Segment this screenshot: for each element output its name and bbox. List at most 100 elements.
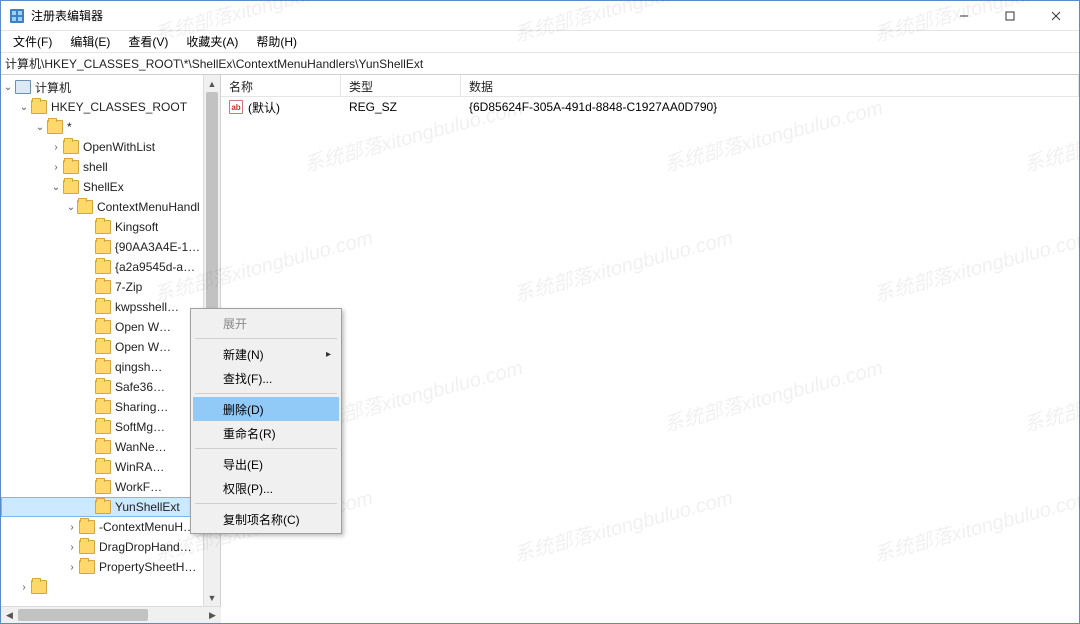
menu-view[interactable]: 查看(V) <box>120 31 176 52</box>
ctx-copykey[interactable]: 复制项名称(C) <box>193 507 339 531</box>
address-text: 计算机\HKEY_CLASSES_ROOT\*\ShellEx\ContextM… <box>5 55 423 72</box>
ctx-separator <box>195 503 337 504</box>
tree-shell[interactable]: ›shell <box>1 157 203 177</box>
tree-star[interactable]: ⌄* <box>1 117 203 137</box>
ctx-rename[interactable]: 重命名(R) <box>193 421 339 445</box>
registry-editor-window: 注册表编辑器 文件(F) 编辑(E) 查看(V) 收藏夹(A) 帮助(H) 计算… <box>0 0 1080 624</box>
address-bar[interactable]: 计算机\HKEY_CLASSES_ROOT\*\ShellEx\ContextM… <box>1 53 1079 75</box>
tree-toggle-icon[interactable]: › <box>65 562 79 573</box>
ctx-expand[interactable]: 展开 <box>193 311 339 335</box>
value-data: {6D85624F-305A-491d-8848-C1927AA0D790} <box>461 100 1079 114</box>
hscroll-track[interactable] <box>18 607 204 623</box>
tree-toggle-icon[interactable]: › <box>65 542 79 553</box>
tree-toggle-icon[interactable]: ⌄ <box>33 122 47 133</box>
tree-key-openw[interactable]: Open W… <box>1 317 203 337</box>
tree-label: * <box>67 120 72 134</box>
tree-toggle-icon[interactable]: ⌄ <box>49 182 63 193</box>
tree-item[interactable]: › <box>1 577 203 597</box>
computer-icon <box>15 80 31 94</box>
folder-icon <box>79 520 95 534</box>
window-buttons <box>941 1 1079 30</box>
tree-openwithlist[interactable]: › OpenWithList <box>1 137 203 157</box>
value-name-cell: ab (默认) <box>221 99 341 116</box>
tree-key-yunshellext[interactable]: YunShellExt <box>1 497 203 517</box>
menu-favorites[interactable]: 收藏夹(A) <box>178 31 246 52</box>
tree-label: WinRA… <box>115 460 164 474</box>
tree-key-90aa3a4e1[interactable]: {90AA3A4E-1… <box>1 237 203 257</box>
tree-key-dragdrophand[interactable]: ›DragDropHand… <box>1 537 203 557</box>
tree-key-winra[interactable]: WinRA… <box>1 457 203 477</box>
tree-contextmenuhandlers[interactable]: ⌄ContextMenuHandlers <box>1 197 203 217</box>
tree-key-contextmenuh[interactable]: ›-ContextMenuH… <box>1 517 203 537</box>
tree-toggle-icon[interactable]: › <box>65 522 79 533</box>
folder-icon <box>47 120 63 134</box>
menu-help[interactable]: 帮助(H) <box>248 31 305 52</box>
tree-toggle-icon[interactable]: › <box>49 142 63 153</box>
tree-label: Sharing… <box>115 400 168 414</box>
ctx-export[interactable]: 导出(E) <box>193 452 339 476</box>
tree-panel: ⌄计算机⌄HKEY_CLASSES_ROOT⌄*›OpenWithList›sh… <box>1 75 221 606</box>
tree-key-7zip[interactable]: 7-Zip <box>1 277 203 297</box>
tree-toggle-icon[interactable]: › <box>17 582 31 593</box>
folder-icon <box>63 160 79 174</box>
folder-icon <box>95 360 111 374</box>
tree-label: Safe36… <box>115 380 165 394</box>
scroll-left-arrow[interactable]: ◀ <box>1 610 18 621</box>
scroll-down-arrow[interactable]: ▼ <box>204 589 220 606</box>
ctx-separator <box>195 393 337 394</box>
menu-file[interactable]: 文件(F) <box>5 31 60 52</box>
tree-hkcr[interactable]: ⌄HKEY_CLASSES_ROOT <box>1 97 203 117</box>
tree-key-sharing[interactable]: Sharing… <box>1 397 203 417</box>
tree-key-propertysheeth[interactable]: ›PropertySheetH… <box>1 557 203 577</box>
folder-icon <box>63 180 79 194</box>
scroll-up-arrow[interactable]: ▲ <box>204 75 220 92</box>
scroll-right-arrow[interactable]: ▶ <box>204 610 221 621</box>
titlebar: 注册表编辑器 <box>1 1 1079 31</box>
tree-key-a2a9545da[interactable]: {a2a9545d-a… <box>1 257 203 277</box>
tree-key-softmg[interactable]: SoftMg… <box>1 417 203 437</box>
menubar: 文件(F) 编辑(E) 查看(V) 收藏夹(A) 帮助(H) <box>1 31 1079 53</box>
tree-shellex[interactable]: ⌄ShellEx <box>1 177 203 197</box>
tree-key-openw[interactable]: Open W… <box>1 337 203 357</box>
tree-key-workf[interactable]: WorkF… <box>1 477 203 497</box>
ctx-permissions[interactable]: 权限(P)... <box>193 476 339 500</box>
menu-edit[interactable]: 编辑(E) <box>62 31 118 52</box>
tree-scrollbar-horizontal[interactable]: ◀ ▶ <box>1 606 221 623</box>
ctx-delete[interactable]: 删除(D) <box>193 397 339 421</box>
tree-key-kingsoft[interactable]: Kingsoft <box>1 217 203 237</box>
folder-icon <box>95 320 111 334</box>
col-type[interactable]: 类型 <box>341 75 461 96</box>
values-list[interactable]: ab (默认) REG_SZ {6D85624F-305A-491d-8848-… <box>221 97 1079 606</box>
minimize-button[interactable] <box>941 1 987 30</box>
tree-toggle-icon[interactable]: ⌄ <box>65 202 77 213</box>
folder-icon <box>95 400 111 414</box>
col-data[interactable]: 数据 <box>461 75 1079 96</box>
tree-label: SoftMg… <box>115 420 165 434</box>
context-menu: 展开 新建(N) 查找(F)... 删除(D) 重命名(R) 导出(E) 权限(… <box>190 308 342 534</box>
folder-icon <box>79 560 95 574</box>
tree-label: {a2a9545d-a… <box>115 260 195 274</box>
col-name[interactable]: 名称 <box>221 75 341 96</box>
tree-label: kwpsshell… <box>115 300 179 314</box>
tree-label: OpenWithList <box>83 140 155 154</box>
tree-toggle-icon[interactable]: ⌄ <box>1 82 15 93</box>
tree-key-wanne[interactable]: WanNe… <box>1 437 203 457</box>
close-button[interactable] <box>1033 1 1079 30</box>
tree-toggle-icon[interactable]: › <box>49 162 63 173</box>
tree-root[interactable]: ⌄计算机 <box>1 77 203 97</box>
hscroll-thumb[interactable] <box>18 609 148 621</box>
value-name: (默认) <box>248 99 280 116</box>
tree-key-kwpsshell[interactable]: kwpsshell… <box>1 297 203 317</box>
tree-label: Kingsoft <box>115 220 158 234</box>
value-row[interactable]: ab (默认) REG_SZ {6D85624F-305A-491d-8848-… <box>221 97 1079 117</box>
folder-icon <box>31 580 47 594</box>
maximize-button[interactable] <box>987 1 1033 30</box>
tree-label: 7-Zip <box>115 280 142 294</box>
tree-key-qingsh[interactable]: qingsh… <box>1 357 203 377</box>
folder-icon <box>95 440 111 454</box>
tree-key-safe36[interactable]: Safe36… <box>1 377 203 397</box>
ctx-find[interactable]: 查找(F)... <box>193 366 339 390</box>
tree-toggle-icon[interactable]: ⌄ <box>17 102 31 113</box>
registry-tree[interactable]: ⌄计算机⌄HKEY_CLASSES_ROOT⌄*›OpenWithList›sh… <box>1 75 203 606</box>
ctx-new[interactable]: 新建(N) <box>193 342 339 366</box>
